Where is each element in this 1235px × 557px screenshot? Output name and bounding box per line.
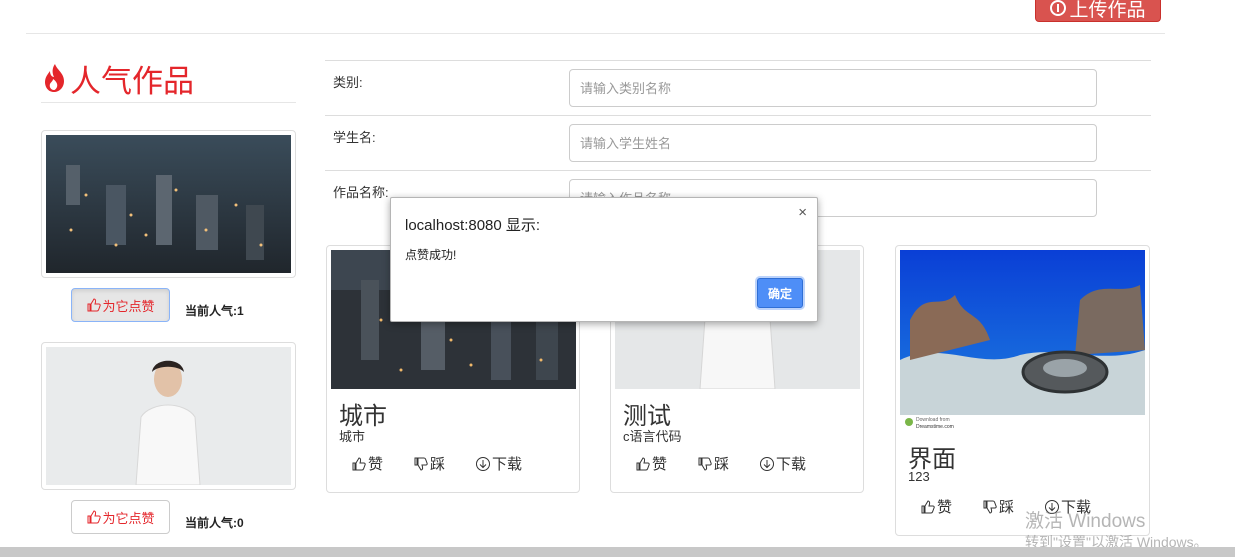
work-name-label: 作品名称: [333, 185, 389, 200]
alert-dialog: localhost:8080 显示: × 点赞成功! 确定 [390, 197, 818, 322]
upload-work-button[interactable]: 上传作品 [1035, 0, 1161, 22]
work-subtitle: c语言代码 [623, 429, 682, 444]
work-like-button[interactable]: 赞 [920, 496, 982, 517]
ok-button[interactable]: 确定 [757, 278, 803, 308]
work-download-button[interactable]: 下载 [759, 453, 821, 474]
popular-thumbnail[interactable] [41, 342, 296, 490]
popular-title-text: 人气作品 [70, 63, 194, 99]
work-dislike-button[interactable]: 踩 [413, 453, 475, 474]
underwater-image: Download from Dreamstime.com [900, 250, 1145, 432]
flame-icon [45, 64, 64, 92]
popularity-count: 当前人气:1 [185, 304, 244, 318]
thumbs-down-icon [414, 457, 428, 471]
student-input[interactable] [569, 124, 1097, 162]
category-input[interactable] [569, 69, 1097, 107]
work-dislike-button[interactable]: 踩 [697, 453, 759, 474]
category-label: 类别: [333, 75, 363, 90]
like-button[interactable]: 为它点赞 [71, 500, 170, 534]
image-caption: Download from [916, 417, 950, 423]
work-download-button[interactable]: 下载 [475, 453, 537, 474]
thumbs-up-icon [352, 456, 366, 470]
thumbs-down-icon [698, 457, 712, 471]
download-icon [476, 456, 490, 471]
like-button[interactable]: 为它点赞 [71, 288, 170, 322]
student-row: 学生名: [325, 115, 1151, 170]
work-subtitle: 城市 [339, 429, 366, 444]
dialog-title: localhost:8080 显示: [405, 217, 541, 234]
popular-title: 人气作品 [42, 58, 194, 99]
upload-label: 上传作品 [1069, 0, 1146, 21]
image-caption: Dreamstime.com [916, 424, 954, 430]
man-portrait-image [46, 347, 291, 486]
close-icon[interactable]: × [798, 204, 807, 221]
popularity-count: 当前人气:0 [185, 516, 244, 530]
info-icon [1050, 0, 1067, 16]
work-like-button[interactable]: 赞 [351, 453, 413, 474]
thumbs-up-icon [87, 298, 102, 312]
thumbs-up-icon [636, 456, 650, 470]
thumbs-up-icon [921, 499, 935, 513]
city-night-image [46, 135, 291, 273]
horizontal-scrollbar[interactable] [0, 547, 1235, 557]
windows-watermark: 激活 Windows [1025, 511, 1146, 532]
work-actions: 赞 踩 下载 [635, 453, 821, 474]
dialog-message: 点赞成功! [405, 248, 457, 262]
work-card: Download from Dreamstime.com 界面 123 赞 踩 … [895, 245, 1150, 536]
popular-divider [41, 102, 296, 103]
header-divider [26, 33, 1165, 34]
student-label: 学生名: [333, 130, 376, 145]
like-label: 为它点赞 [102, 298, 155, 314]
download-icon [760, 456, 774, 471]
category-row: 类别: [325, 60, 1151, 115]
work-like-button[interactable]: 赞 [635, 453, 697, 474]
work-subtitle: 123 [908, 469, 930, 484]
popular-thumbnail[interactable] [41, 130, 296, 278]
thumbs-up-icon [87, 510, 102, 524]
work-actions: 赞 踩 下载 [351, 453, 537, 474]
thumbs-down-icon [983, 500, 997, 514]
like-label: 为它点赞 [102, 510, 155, 526]
